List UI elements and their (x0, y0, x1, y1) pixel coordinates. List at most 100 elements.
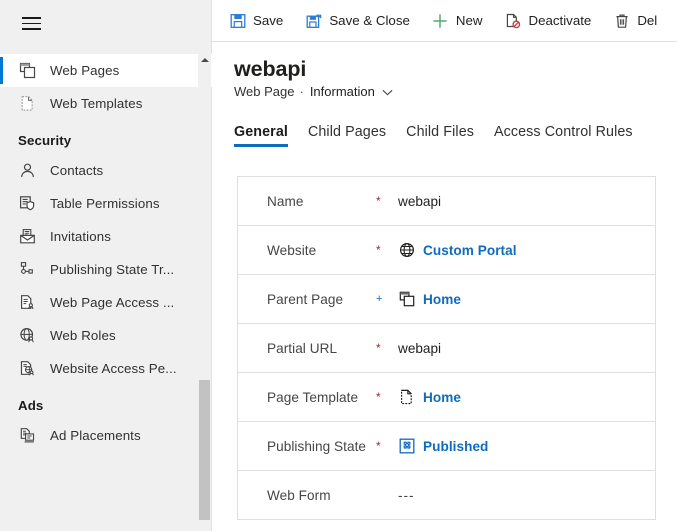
field-row-web-form: Web Form --- (238, 471, 655, 520)
record-header: webapi Web Page · Information (212, 42, 677, 99)
ad-placements-icon (18, 426, 37, 445)
record-subtitle: Web Page · Information (234, 84, 677, 99)
sidebar-item-label: Ad Placements (50, 428, 141, 443)
sidebar-item-invitations[interactable]: Invitations (0, 220, 212, 253)
sidebar-item-table-permissions[interactable]: Table Permissions (0, 187, 212, 220)
web-roles-icon (18, 326, 37, 345)
sidebar-item-label: Web Page Access ... (50, 295, 175, 310)
sidebar-item-website-access-permission[interactable]: Website Access Pe... (0, 352, 212, 385)
website-access-permission-icon (18, 359, 37, 378)
sidebar-item-label: Contacts (50, 163, 104, 178)
save-and-close-button[interactable]: Save & Close (305, 6, 410, 36)
hamburger-icon[interactable] (22, 17, 41, 30)
invitations-icon (18, 227, 37, 246)
field-value-name[interactable]: webapi (398, 194, 655, 209)
field-value-link[interactable]: Home (423, 390, 461, 405)
globe-icon (398, 242, 415, 259)
main-content: Save Save & Close New Deactivate Del web… (212, 0, 677, 531)
sidebar-item-label: Table Permissions (50, 196, 160, 211)
field-label: Partial URL (267, 340, 338, 356)
sidebar-item-label: Website Access Pe... (50, 361, 177, 376)
field-row-name: Name * webapi (238, 177, 655, 226)
required-marker: * (376, 341, 381, 355)
required-marker: * (376, 439, 381, 453)
sidebar-group-title-security: Security (18, 133, 72, 148)
command-bar: Save Save & Close New Deactivate Del (212, 0, 677, 42)
field-value-text: webapi (398, 193, 442, 209)
tab-child-pages[interactable]: Child Pages (308, 124, 386, 147)
form-selector[interactable]: Information (310, 84, 393, 99)
field-value-page-template[interactable]: Home (398, 389, 655, 406)
field-value-text: webapi (398, 340, 442, 356)
scroll-up-arrow-icon[interactable] (198, 53, 211, 66)
tab-child-files[interactable]: Child Files (406, 124, 474, 147)
field-value-website[interactable]: Custom Portal (398, 242, 655, 259)
delete-button[interactable]: Del (613, 6, 657, 36)
sidebar-item-web-templates[interactable]: Web Templates (0, 87, 212, 120)
field-value-web-form[interactable]: --- (398, 488, 655, 503)
field-value-link[interactable]: Home (423, 292, 461, 307)
contact-icon (18, 161, 37, 180)
save-and-close-button-label: Save & Close (329, 13, 410, 28)
field-value-link[interactable]: Published (423, 439, 488, 454)
field-value-partial-url[interactable]: webapi (398, 341, 655, 356)
sidebar-item-ad-placements[interactable]: Ad Placements (0, 419, 212, 452)
field-value-publishing-state[interactable]: Published (398, 438, 655, 455)
app-window: Web Pages Web Templates Security Contact… (0, 0, 677, 531)
field-value-parent-page[interactable]: Home (398, 291, 655, 308)
plus-icon (432, 12, 449, 29)
sidebar-item-label: Invitations (50, 229, 111, 244)
field-label: Web Form (267, 487, 331, 503)
web-page-access-icon (18, 293, 37, 312)
chevron-down-icon (382, 84, 393, 99)
page-template-icon (398, 389, 415, 406)
sidebar-item-web-roles[interactable]: Web Roles (0, 319, 212, 352)
field-label: Publishing State (267, 438, 367, 454)
deactivate-icon (504, 12, 521, 29)
recommended-marker: + (376, 292, 383, 305)
sidebar-item-contacts[interactable]: Contacts (0, 154, 212, 187)
web-pages-icon (18, 61, 37, 80)
deactivate-button[interactable]: Deactivate (504, 6, 591, 36)
save-and-close-icon (305, 12, 322, 29)
page-title: webapi (234, 57, 307, 81)
new-button[interactable]: New (432, 6, 483, 36)
sidebar-item-label: Web Templates (50, 96, 143, 111)
new-button-label: New (455, 13, 483, 28)
field-value-empty: --- (398, 487, 415, 503)
required-marker: * (376, 390, 381, 404)
field-row-parent-page: Parent Page + Home (238, 275, 655, 324)
sidebar-group-title-ads: Ads (18, 398, 44, 413)
field-label: Parent Page (267, 291, 344, 307)
sidebar-item-web-pages[interactable]: Web Pages (0, 54, 212, 87)
required-marker: * (376, 243, 381, 257)
sidebar-scrollbar-thumb[interactable] (199, 380, 210, 520)
publishing-state-transition-icon (18, 260, 37, 279)
web-pages-icon (398, 291, 415, 308)
field-row-partial-url: Partial URL * webapi (238, 324, 655, 373)
tab-access-control-rules[interactable]: Access Control Rules (494, 124, 633, 147)
trash-icon (613, 12, 630, 29)
field-value-link[interactable]: Custom Portal (423, 243, 517, 258)
sidebar-scrollbar[interactable] (198, 47, 211, 531)
entity-name: Web Page (234, 84, 295, 99)
sidebar-header (0, 0, 211, 47)
field-label: Name (267, 193, 304, 209)
field-label: Website (267, 242, 317, 258)
required-marker: * (376, 194, 381, 208)
field-row-publishing-state: Publishing State * Published (238, 422, 655, 471)
publishing-state-icon (398, 438, 415, 455)
sidebar-item-publishing-state-transition[interactable]: Publishing State Tr... (0, 253, 212, 286)
save-button-label: Save (253, 13, 284, 28)
sidebar-item-label: Publishing State Tr... (50, 262, 175, 277)
form-fields-card: Name * webapi Website * Custom Portal Pa… (237, 176, 656, 520)
field-row-page-template: Page Template * Home (238, 373, 655, 422)
sidebar-item-web-page-access[interactable]: Web Page Access ... (0, 286, 212, 319)
form-selector-label: Information (309, 84, 375, 99)
save-button[interactable]: Save (229, 6, 283, 36)
deactivate-button-label: Deactivate (528, 13, 592, 28)
sidebar-nav-scroll-region: Web Pages Web Templates Security Contact… (0, 47, 212, 531)
form-tabs: General Child Pages Child Files Access C… (212, 117, 677, 147)
delete-button-label: Del (637, 13, 658, 28)
tab-general[interactable]: General (234, 124, 288, 147)
